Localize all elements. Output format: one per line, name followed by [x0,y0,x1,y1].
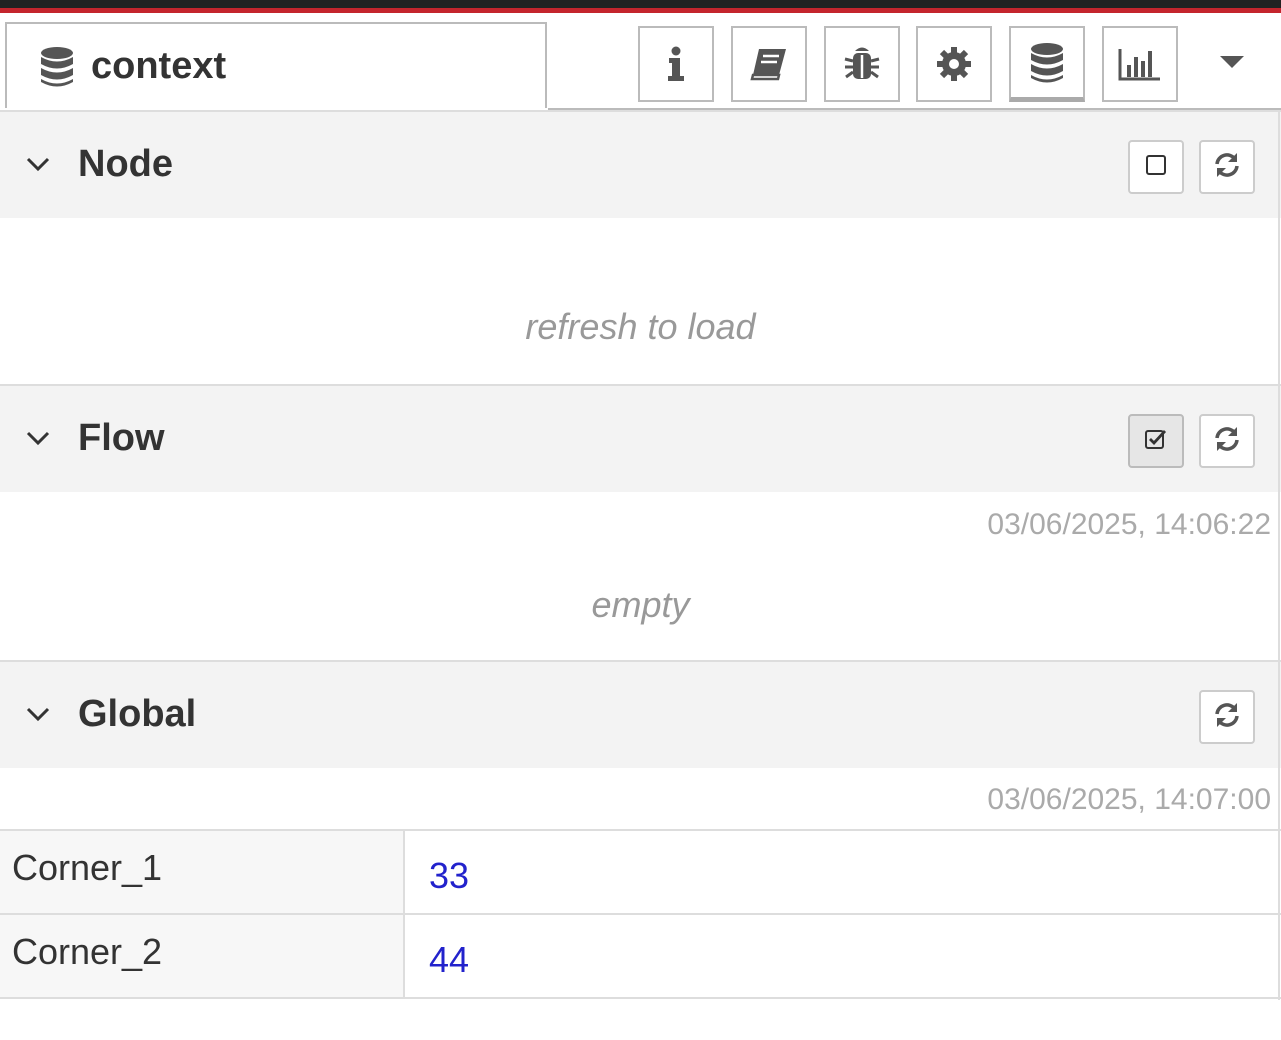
context-value[interactable]: 33 [429,855,469,897]
info-icon [666,46,686,82]
chevron-down-icon[interactable] [25,702,51,731]
checkbox-checked-icon [1144,428,1168,455]
context-value[interactable]: 44 [429,939,469,981]
tab-dashboard[interactable] [1102,26,1178,102]
section-global-title: Global [78,693,197,735]
context-key: Corner_1 [12,847,163,888]
section-node-title: Node [78,143,173,185]
tab-help[interactable] [731,26,807,102]
chevron-down-icon[interactable] [25,152,51,181]
bar-chart-icon [1118,47,1162,81]
tab-context[interactable]: context [5,22,547,108]
section-node-header[interactable]: Node [0,110,1281,218]
tab-info[interactable] [638,26,714,102]
tab-config[interactable] [916,26,992,102]
refresh-icon [1213,425,1241,458]
tab-context-active[interactable] [1009,26,1085,102]
global-timestamp: 03/06/2025, 14:07:00 [987,783,1271,816]
table-bottom-border [0,997,1281,999]
section-flow-title: Flow [78,417,165,459]
section-flow-header[interactable]: Flow [0,384,1281,492]
chevron-down-icon[interactable] [25,426,51,455]
context-key-cell: Corner_1 [0,831,405,914]
refresh-icon [1213,701,1241,734]
bug-icon [843,45,881,83]
auto-refresh-toggle-flow[interactable] [1128,414,1184,468]
gear-icon [936,46,972,82]
top-accent-bar [0,0,1281,14]
node-placeholder: refresh to load [525,306,756,347]
refresh-button-node[interactable] [1199,140,1255,194]
caret-down-icon [1219,55,1245,74]
refresh-button-flow[interactable] [1199,414,1255,468]
sidebar-header: context [0,14,1281,110]
refresh-button-global[interactable] [1199,690,1255,744]
top-dark-stripe [0,0,1281,8]
auto-refresh-toggle-node[interactable] [1128,140,1184,194]
flow-timestamp: 03/06/2025, 14:06:22 [987,508,1271,541]
table-row[interactable]: Corner_1 33 [0,829,1281,914]
context-key-cell: Corner_2 [0,915,405,998]
checkbox-unchecked-icon [1145,154,1167,181]
context-key: Corner_2 [12,931,163,972]
tab-debug[interactable] [824,26,900,102]
table-row[interactable]: Corner_2 44 [0,913,1281,998]
panel-right-border [1278,110,1280,1000]
tab-menu-dropdown[interactable] [1210,52,1254,76]
database-icon [39,46,75,93]
tab-context-label: context [91,45,227,87]
book-icon [749,47,789,81]
top-red-stripe [0,8,1281,13]
section-global-header[interactable]: Global [0,660,1281,768]
flow-placeholder: empty [591,584,690,625]
refresh-icon [1213,151,1241,184]
database-icon [1029,42,1065,84]
